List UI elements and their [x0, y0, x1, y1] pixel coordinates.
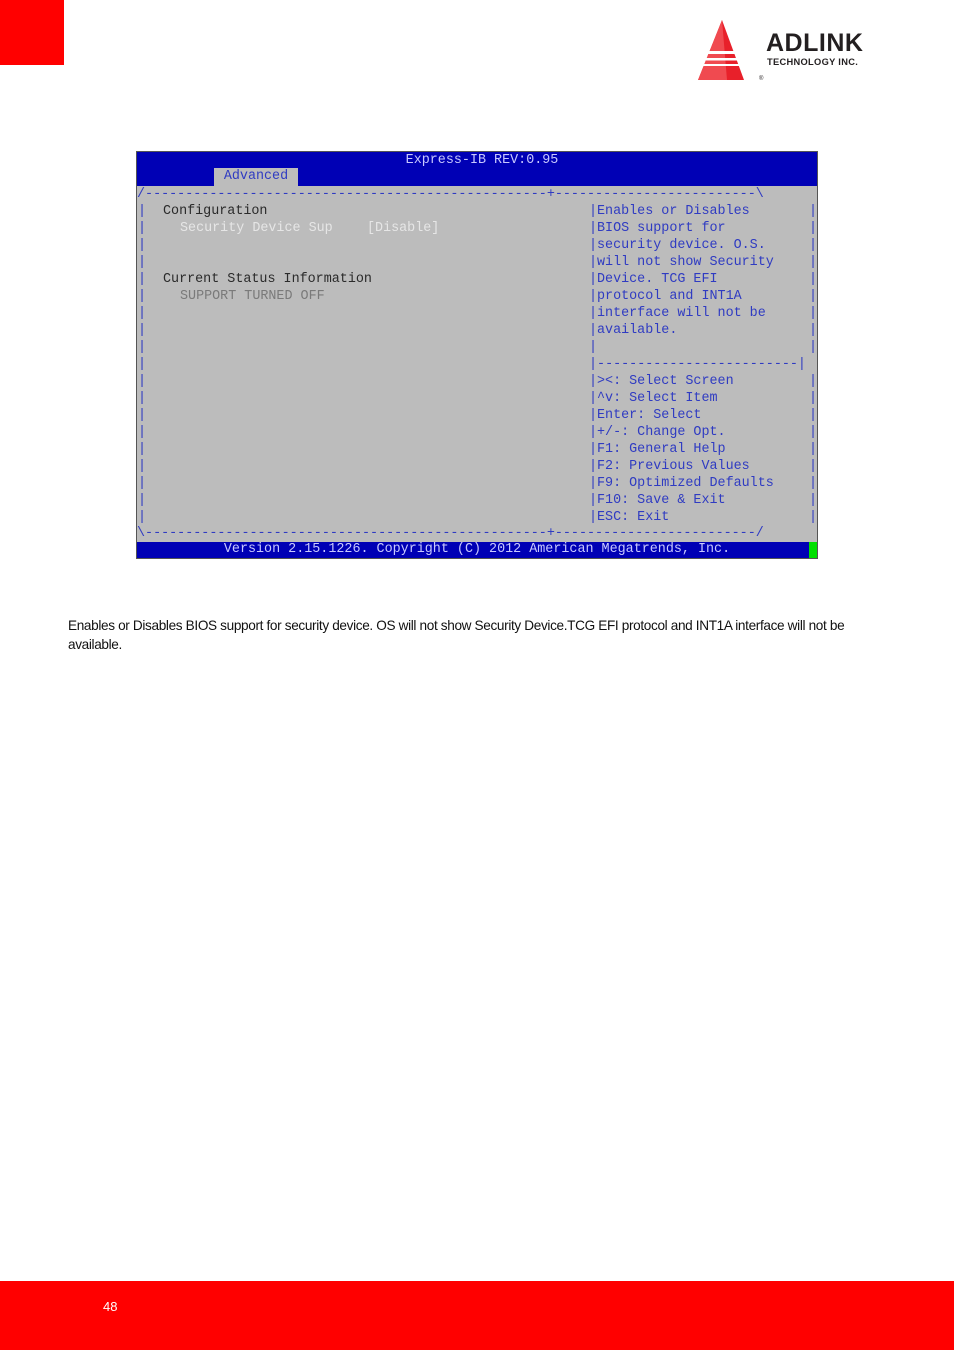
border-pipe: | — [589, 374, 598, 389]
help-line: Device. TCG EFI — [597, 272, 718, 287]
border-pipe: | — [589, 442, 598, 457]
help-line: BIOS support for — [597, 221, 726, 236]
page-footer: 48 — [0, 1281, 954, 1350]
border-pipe: | — [138, 238, 147, 253]
border-pipe: | — [589, 510, 598, 525]
adlink-triangle-icon — [698, 20, 748, 80]
border-pipe: | — [809, 510, 818, 525]
status-value: SUPPORT TURNED OFF — [180, 289, 325, 304]
border-pipe: | — [138, 323, 147, 338]
help-line: interface will not be — [597, 306, 766, 321]
border-pipe: | — [809, 289, 818, 304]
key-help-select-screen: ><: Select Screen — [597, 374, 734, 389]
border-pipe: | — [589, 238, 598, 253]
border-pipe: | — [138, 221, 147, 236]
border-pipe: | — [138, 374, 147, 389]
border-pipe: | — [589, 255, 598, 270]
bios-screenshot: Express-IB REV:0.95 Advanced /----------… — [136, 151, 818, 559]
border-pipe: | — [138, 493, 147, 508]
border-pipe: | — [138, 425, 147, 440]
help-line: Enables or Disables — [597, 204, 750, 219]
border-pipe: | — [138, 204, 147, 219]
key-help-optimized-defaults: F9: Optimized Defaults — [597, 476, 774, 491]
border-pipe: | — [809, 476, 818, 491]
border-pipe: | — [809, 408, 818, 423]
border-pipe: | — [589, 306, 598, 321]
border-pipe: | — [809, 374, 818, 389]
border-pipe: | — [809, 204, 818, 219]
help-line: will not show Security — [597, 255, 774, 270]
section-heading-current-status: Current Status Information — [163, 272, 372, 287]
border-pipe: | — [589, 289, 598, 304]
border-pipe: | — [589, 340, 598, 355]
border-pipe: | — [138, 391, 147, 406]
border-pipe: | — [809, 255, 818, 270]
help-line: security device. O.S. — [597, 238, 766, 253]
key-help-change-opt: +/-: Change Opt. — [597, 425, 726, 440]
border-pipe: | — [138, 289, 147, 304]
border-pipe: | — [138, 476, 147, 491]
brand-subtitle: TECHNOLOGY INC. — [767, 57, 859, 67]
border-pipe: | — [138, 272, 147, 287]
border-pipe: | — [138, 442, 147, 457]
border-pipe: | — [809, 391, 818, 406]
bios-title: Express-IB REV:0.95 — [405, 153, 559, 168]
border-pipe: | — [589, 272, 598, 287]
tab-advanced[interactable]: Advanced — [214, 168, 298, 186]
border-pipe: | — [589, 323, 598, 338]
key-help-exit: ESC: Exit — [597, 510, 670, 525]
border-pipe: | — [589, 204, 598, 219]
key-help-previous-values: F2: Previous Values — [597, 459, 750, 474]
border-pipe: | — [809, 493, 818, 508]
border-pipe: | — [809, 306, 818, 321]
border-pipe: | — [809, 221, 818, 236]
border-pipe: | — [138, 340, 147, 355]
border-pipe: | — [138, 306, 147, 321]
border-pipe: | — [138, 408, 147, 423]
border-pipe: | — [809, 340, 818, 355]
key-help-save-exit: F10: Save & Exit — [597, 493, 726, 508]
key-help-enter: Enter: Select — [597, 408, 702, 423]
description-paragraph: Enables or Disables BIOS support for sec… — [68, 618, 845, 652]
bios-status-bar: Version 2.15.1226. Copyright (C) 2012 Am… — [137, 542, 817, 558]
key-help-general-help: F1: General Help — [597, 442, 726, 457]
border-pipe: | — [809, 425, 818, 440]
help-divider: |-------------------------| — [589, 357, 806, 372]
border-pipe: | — [589, 425, 598, 440]
registered-mark: ® — [759, 76, 764, 82]
border-pipe: | — [809, 238, 818, 253]
border-pipe: | — [589, 459, 598, 474]
help-line: available. — [597, 323, 678, 338]
border-pipe: | — [809, 459, 818, 474]
border-pipe: | — [809, 442, 818, 457]
page-number: 48 — [103, 1299, 118, 1314]
border-pipe: | — [809, 323, 818, 338]
border-pipe: | — [138, 510, 147, 525]
brand-name: ADLINK — [766, 29, 864, 57]
cursor-block — [809, 542, 817, 558]
border-pipe: | — [589, 493, 598, 508]
border-pipe: | — [589, 408, 598, 423]
setting-security-device-support[interactable]: Security Device Sup — [180, 220, 333, 237]
key-help-select-item: ^v: Select Item — [597, 391, 718, 406]
border-pipe: | — [138, 255, 147, 270]
setting-value-security-device-support[interactable]: [Disable] — [367, 220, 439, 237]
corner-accent-block — [0, 0, 64, 65]
border-pipe: | — [138, 357, 147, 372]
bios-border-top: /---------------------------------------… — [137, 187, 764, 202]
border-pipe: | — [809, 272, 818, 287]
help-line: protocol and INT1A — [597, 289, 742, 304]
section-heading-configuration: Configuration — [163, 204, 268, 219]
bios-border-bottom: \---------------------------------------… — [137, 526, 764, 541]
border-pipe: | — [589, 476, 598, 491]
border-pipe: | — [138, 459, 147, 474]
border-pipe: | — [589, 391, 598, 406]
adlink-logo: ADLINK TECHNOLOGY INC. ® — [696, 18, 906, 84]
border-pipe: | — [589, 221, 598, 236]
